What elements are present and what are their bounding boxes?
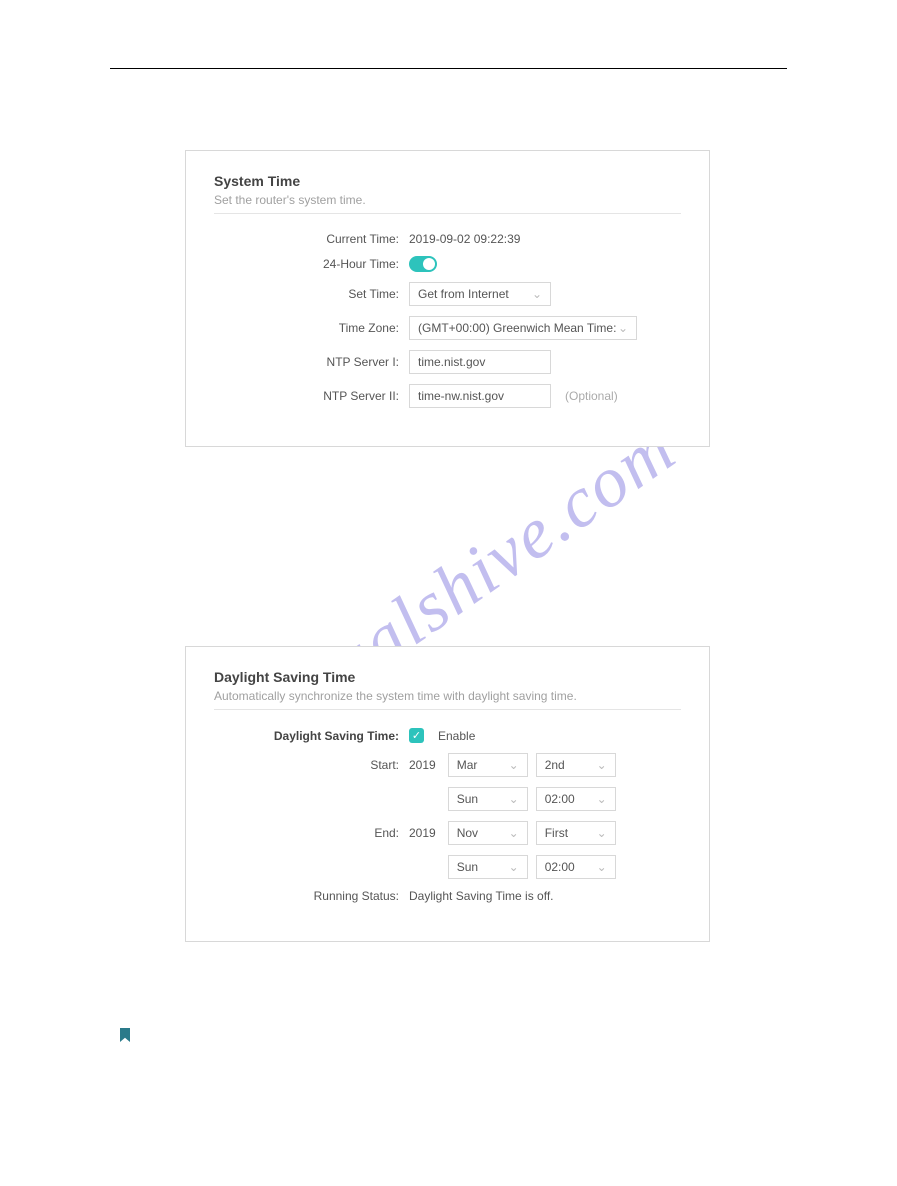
system-time-panel: System Time Set the router's system time… xyxy=(185,150,710,447)
ntp2-optional: (Optional) xyxy=(565,389,618,403)
dst-start-row2: 2019 Sun ⌄ 02:00 ⌄ xyxy=(214,787,681,811)
dst-end-ordinal-select[interactable]: First ⌄ xyxy=(536,821,616,845)
dst-panel: Daylight Saving Time Automatically synch… xyxy=(185,646,710,942)
dst-start-month-select[interactable]: Mar ⌄ xyxy=(448,753,528,777)
dst-end-time-select[interactable]: 02:00 ⌄ xyxy=(536,855,616,879)
chevron-down-icon: ⌄ xyxy=(597,792,607,806)
current-time-value: 2019-09-02 09:22:39 xyxy=(409,232,520,246)
dst-desc: Automatically synchronize the system tim… xyxy=(214,689,681,710)
ntp2-input[interactable] xyxy=(409,384,551,408)
dst-start-ordinal: 2nd xyxy=(545,758,565,772)
dst-start-day: Sun xyxy=(457,792,478,806)
chevron-down-icon: ⌄ xyxy=(509,758,519,772)
dst-end-month: Nov xyxy=(457,826,478,840)
dst-enable-row: Daylight Saving Time: ✓ Enable xyxy=(214,728,681,743)
chevron-down-icon: ⌄ xyxy=(597,826,607,840)
dst-enable-checkbox[interactable]: ✓ xyxy=(409,728,424,743)
dst-status-value: Daylight Saving Time is off. xyxy=(409,889,554,903)
dst-label: Daylight Saving Time: xyxy=(214,729,409,743)
timezone-value: (GMT+00:00) Greenwich Mean Time: Dublin,… xyxy=(418,321,618,335)
set-time-label: Set Time: xyxy=(214,287,409,301)
dst-status-label: Running Status: xyxy=(214,889,409,903)
dst-end-year: 2019 xyxy=(409,826,436,840)
ntp2-row: NTP Server II: (Optional) xyxy=(214,384,681,408)
chevron-down-icon: ⌄ xyxy=(509,792,519,806)
ntp1-row: NTP Server I: xyxy=(214,350,681,374)
dst-enable-text: Enable xyxy=(438,729,475,743)
dst-start-year: 2019 xyxy=(409,758,436,772)
timezone-label: Time Zone: xyxy=(214,321,409,335)
toggle-knob xyxy=(423,258,435,270)
dst-end-row2: 2019 Sun ⌄ 02:00 ⌄ xyxy=(214,855,681,879)
current-time-row: Current Time: 2019-09-02 09:22:39 xyxy=(214,232,681,246)
dst-start-ordinal-select[interactable]: 2nd ⌄ xyxy=(536,753,616,777)
dst-end-row1: End: 2019 Nov ⌄ First ⌄ xyxy=(214,821,681,845)
dst-title: Daylight Saving Time xyxy=(214,669,681,685)
dst-status-row: Running Status: Daylight Saving Time is … xyxy=(214,889,681,903)
ntp1-label: NTP Server I: xyxy=(214,355,409,369)
dst-start-time-select[interactable]: 02:00 ⌄ xyxy=(536,787,616,811)
bookmark-icon xyxy=(120,1028,130,1042)
ntp1-input[interactable] xyxy=(409,350,551,374)
dst-start-time: 02:00 xyxy=(545,792,575,806)
chevron-down-icon: ⌄ xyxy=(597,758,607,772)
dst-start-row1: Start: 2019 Mar ⌄ 2nd ⌄ xyxy=(214,753,681,777)
chevron-down-icon: ⌄ xyxy=(532,287,542,301)
dst-start-label: Start: xyxy=(214,758,409,772)
dst-end-month-select[interactable]: Nov ⌄ xyxy=(448,821,528,845)
system-time-desc: Set the router's system time. xyxy=(214,193,681,214)
dst-end-day-select[interactable]: Sun ⌄ xyxy=(448,855,528,879)
chevron-down-icon: ⌄ xyxy=(509,860,519,874)
dst-start-month: Mar xyxy=(457,758,478,772)
system-time-title: System Time xyxy=(214,173,681,189)
set-time-row: Set Time: Get from Internet ⌄ xyxy=(214,282,681,306)
set-time-select[interactable]: Get from Internet ⌄ xyxy=(409,282,551,306)
chevron-down-icon: ⌄ xyxy=(509,826,519,840)
timezone-select[interactable]: (GMT+00:00) Greenwich Mean Time: Dublin,… xyxy=(409,316,637,340)
dst-start-day-select[interactable]: Sun ⌄ xyxy=(448,787,528,811)
dst-end-day: Sun xyxy=(457,860,478,874)
hour24-label: 24-Hour Time: xyxy=(214,257,409,271)
set-time-value: Get from Internet xyxy=(418,287,509,301)
ntp2-label: NTP Server II: xyxy=(214,389,409,403)
chevron-down-icon: ⌄ xyxy=(597,860,607,874)
dst-end-label: End: xyxy=(214,826,409,840)
chevron-down-icon: ⌄ xyxy=(618,321,628,335)
hour24-toggle[interactable] xyxy=(409,256,437,272)
dst-end-ordinal: First xyxy=(545,826,568,840)
current-time-label: Current Time: xyxy=(214,232,409,246)
timezone-row: Time Zone: (GMT+00:00) Greenwich Mean Ti… xyxy=(214,316,681,340)
dst-end-time: 02:00 xyxy=(545,860,575,874)
page-top-rule xyxy=(110,68,787,69)
hour24-row: 24-Hour Time: xyxy=(214,256,681,272)
